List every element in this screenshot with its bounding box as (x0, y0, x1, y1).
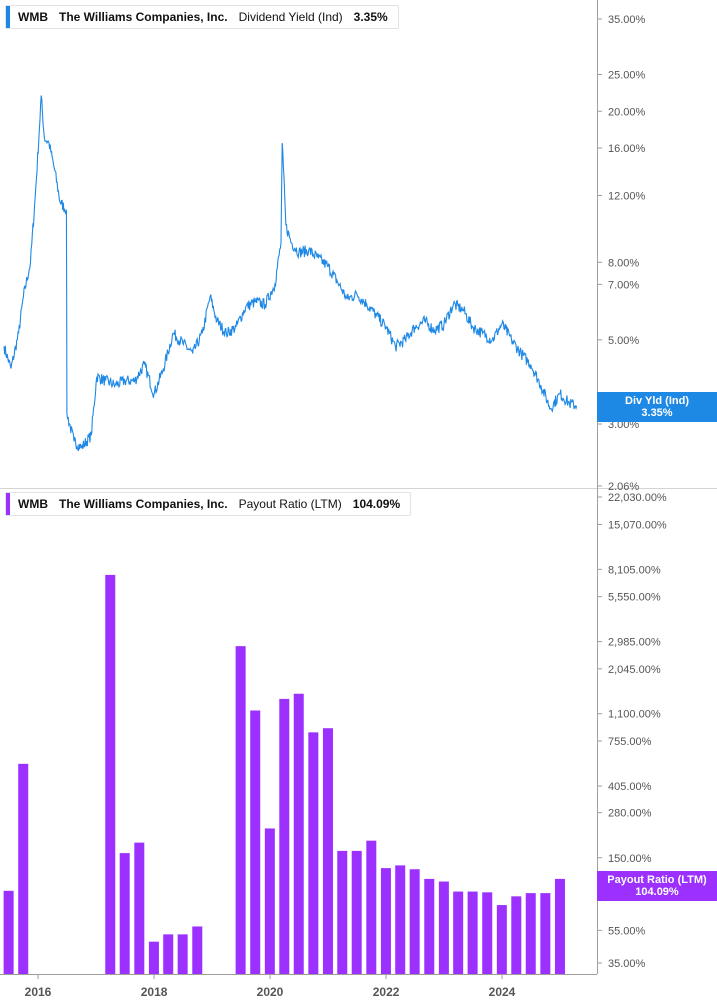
payout-bar (308, 732, 319, 974)
x-tick-label: 2018 (141, 985, 168, 999)
x-tick-label: 2020 (257, 985, 284, 999)
payout-bar (351, 850, 362, 974)
y-tick-label: 5.00% (608, 335, 639, 347)
payout-bar (279, 698, 290, 974)
payout-bar (264, 828, 275, 974)
payout-bar (366, 840, 377, 974)
top-legend: WMB The Williams Companies, Inc. Dividen… (5, 5, 399, 29)
payout-bar (18, 763, 29, 974)
payout-bar (3, 890, 14, 974)
bottom-legend-swatch (6, 493, 10, 515)
top-legend-metric: Dividend Yield (Ind) (238, 10, 343, 24)
y-tick-label: 25.00% (608, 69, 646, 81)
payout-bar (395, 865, 406, 974)
y-tick-label: 8,105.00% (608, 564, 661, 576)
payout-bar (496, 905, 507, 974)
payout-flag-label: Payout Ratio (LTM) (607, 874, 707, 886)
payout-bar (409, 869, 420, 974)
x-tick-label: 2022 (373, 985, 400, 999)
y-tick-label: 35.00% (608, 958, 646, 970)
payout-bar (525, 893, 536, 974)
payout-bar (337, 850, 348, 974)
payout-bar (293, 693, 304, 974)
payout-bar (438, 881, 449, 974)
div-yield-line (3, 95, 578, 452)
y-tick-label: 55.00% (608, 925, 646, 937)
bottom-legend-metric: Payout Ratio (LTM) (238, 497, 342, 511)
div-yield-last-value-flag: Div Yld (Ind) 3.35% (597, 392, 717, 422)
payout-bar (177, 934, 188, 974)
payout-bar (322, 728, 333, 974)
y-tick-label: 16.00% (608, 143, 646, 155)
y-tick-label: 35.00% (608, 14, 646, 26)
payout-bar (192, 926, 203, 974)
payout-flag-value: 104.09% (635, 886, 679, 898)
y-tick-label: 280.00% (608, 808, 652, 820)
x-tick-label: 2016 (25, 985, 52, 999)
y-tick-label: 405.00% (608, 781, 652, 793)
payout-bar (250, 710, 261, 974)
y-tick-label: 5,550.00% (608, 592, 661, 604)
top-legend-value: 3.35% (353, 10, 388, 24)
payout-bar (554, 878, 565, 974)
y-tick-label: 755.00% (608, 736, 652, 748)
y-tick-label: 22,030.00% (608, 492, 667, 504)
bottom-legend-ticker: WMB (18, 497, 48, 511)
top-legend-company: The Williams Companies, Inc. (59, 10, 228, 24)
div-yield-flag-value: 3.35% (641, 407, 673, 419)
payout-bar (105, 574, 116, 974)
bottom-legend-company: The Williams Companies, Inc. (59, 497, 228, 511)
top-legend-swatch (6, 6, 10, 28)
top-legend-ticker: WMB (18, 10, 48, 24)
payout-bar (482, 892, 493, 974)
y-tick-label: 15,070.00% (608, 519, 667, 531)
payout-bar (119, 853, 130, 974)
payout-bar (540, 893, 551, 974)
y-tick-label: 20.00% (608, 106, 646, 118)
bottom-legend: WMB The Williams Companies, Inc. Payout … (5, 492, 412, 516)
payout-bar (148, 941, 159, 974)
y-tick-label: 1,100.00% (608, 709, 661, 721)
payout-bar (453, 891, 464, 974)
y-tick-label: 7.00% (608, 279, 639, 291)
payout-bar (134, 842, 145, 974)
y-tick-label: 8.00% (608, 257, 639, 269)
y-tick-label: 2,985.00% (608, 637, 661, 649)
y-tick-label: 12.00% (608, 190, 646, 202)
div-yield-flag-label: Div Yld (Ind) (625, 395, 689, 407)
payout-bar (380, 868, 391, 974)
payout-bar (467, 891, 478, 974)
x-tick-label: 2024 (489, 985, 516, 999)
y-tick-label: 150.00% (608, 853, 652, 865)
bottom-legend-value: 104.09% (352, 497, 401, 511)
y-tick-label: 2,045.00% (608, 664, 661, 676)
payout-bar (511, 896, 522, 974)
payout-last-value-flag: Payout Ratio (LTM) 104.09% (597, 871, 717, 901)
payout-bar (235, 646, 246, 974)
payout-bar (424, 878, 435, 974)
payout-bar (163, 934, 174, 974)
